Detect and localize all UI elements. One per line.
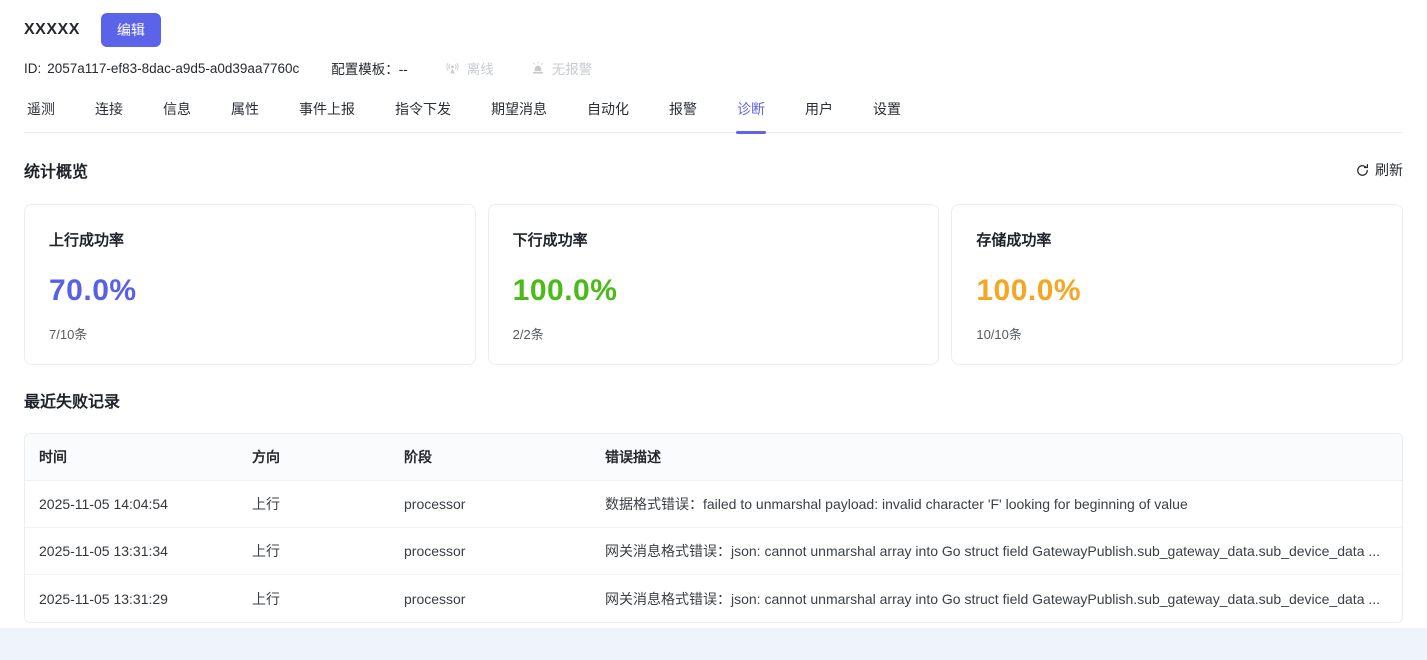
overview-section-head: 统计概览 刷新 [24, 158, 1403, 182]
col-header-stage: 阶段 [390, 434, 591, 480]
edit-button[interactable]: 编辑 [101, 13, 161, 47]
failures-table: 时间 方向 阶段 错误描述 2025-11-05 14:04:54 上行 pro… [24, 433, 1403, 623]
stat-card-title: 下行成功率 [513, 229, 915, 250]
tab-diagnosis[interactable]: 诊断 [737, 99, 765, 132]
device-detail-panel: XXXXX 编辑 ID: 2057a117-ef83-8dac-a9d5-a0d3… [0, 0, 1427, 628]
device-id-label: ID: [24, 61, 41, 76]
table-row: 2025-11-05 14:04:54 上行 processor 数据格式错误：… [25, 481, 1402, 528]
refresh-icon [1355, 163, 1370, 178]
offline-status-label: 离线 [467, 58, 494, 78]
tab-expected-msg[interactable]: 期望消息 [491, 99, 547, 132]
tab-attributes[interactable]: 属性 [231, 99, 259, 132]
cell-time: 2025-11-05 13:31:29 [25, 591, 238, 607]
cell-direction: 上行 [238, 541, 390, 561]
tab-settings[interactable]: 设置 [873, 99, 901, 132]
no-alarm-status-label: 无报警 [552, 58, 593, 78]
cell-error: 数据格式错误：failed to unmarshal payload: inva… [591, 494, 1402, 514]
tab-telemetry[interactable]: 遥测 [27, 99, 55, 132]
col-header-direction: 方向 [238, 434, 390, 480]
cell-stage: processor [390, 543, 591, 559]
cell-stage: processor [390, 496, 591, 512]
refresh-button[interactable]: 刷新 [1355, 160, 1403, 180]
table-row: 2025-11-05 13:31:34 上行 processor 网关消息格式错… [25, 528, 1402, 575]
config-template: 配置模板：-- [331, 58, 408, 78]
tab-users[interactable]: 用户 [805, 99, 833, 132]
config-template-value: -- [399, 62, 408, 77]
tab-command-send[interactable]: 指令下发 [395, 99, 451, 132]
stat-card-count: 7/10条 [49, 324, 451, 343]
connection-status: 离线 [444, 58, 494, 78]
stat-card-storage: 存储成功率 100.0% 10/10条 [951, 204, 1403, 365]
col-header-time: 时间 [25, 434, 238, 480]
cell-error: 网关消息格式错误：json: cannot unmarshal array in… [591, 541, 1402, 561]
stat-card-downlink: 下行成功率 100.0% 2/2条 [488, 204, 940, 365]
stat-card-value: 100.0% [976, 274, 1378, 308]
config-template-label: 配置模板： [331, 62, 399, 77]
tab-alarm[interactable]: 报警 [669, 99, 697, 132]
device-title: XXXXX [24, 21, 80, 39]
cell-direction: 上行 [238, 589, 390, 609]
tab-event-report[interactable]: 事件上报 [299, 99, 355, 132]
table-row: 2025-11-05 13:31:29 上行 processor 网关消息格式错… [25, 575, 1402, 622]
refresh-label: 刷新 [1375, 160, 1403, 180]
broadcast-icon [444, 60, 461, 77]
stat-card-count: 10/10条 [976, 324, 1378, 343]
cell-direction: 上行 [238, 494, 390, 514]
failures-title: 最近失败记录 [24, 388, 1403, 412]
tab-connection[interactable]: 连接 [95, 99, 123, 132]
overview-title: 统计概览 [24, 158, 88, 182]
cell-error: 网关消息格式错误：json: cannot unmarshal array in… [591, 589, 1402, 609]
table-header-row: 时间 方向 阶段 错误描述 [25, 434, 1402, 481]
device-id: ID: 2057a117-ef83-8dac-a9d5-a0d39aa7760c [24, 61, 299, 76]
stat-card-title: 存储成功率 [976, 229, 1378, 250]
tab-bar: 遥测 连接 信息 属性 事件上报 指令下发 期望消息 自动化 报警 诊断 用户 … [24, 99, 1403, 133]
stat-card-value: 100.0% [513, 274, 915, 308]
header: XXXXX 编辑 [24, 0, 1403, 47]
stat-cards: 上行成功率 70.0% 7/10条 下行成功率 100.0% 2/2条 存储成功… [24, 204, 1403, 365]
device-meta-row: ID:2057a117-ef83-8dac-a9d5-a0d39aa7760c … [24, 58, 1403, 78]
stat-card-title: 上行成功率 [49, 229, 451, 250]
cell-time: 2025-11-05 13:31:34 [25, 543, 238, 559]
col-header-error: 错误描述 [591, 434, 1402, 480]
siren-icon [530, 60, 546, 76]
cell-time: 2025-11-05 14:04:54 [25, 496, 238, 512]
stat-card-count: 2/2条 [513, 324, 915, 343]
cell-stage: processor [390, 591, 591, 607]
tab-info[interactable]: 信息 [163, 99, 191, 132]
device-id-value: 2057a117-ef83-8dac-a9d5-a0d39aa7760c [47, 61, 299, 76]
tab-automation[interactable]: 自动化 [587, 99, 629, 132]
stat-card-uplink: 上行成功率 70.0% 7/10条 [24, 204, 476, 365]
alarm-status: 无报警 [530, 58, 593, 78]
stat-card-value: 70.0% [49, 274, 451, 308]
